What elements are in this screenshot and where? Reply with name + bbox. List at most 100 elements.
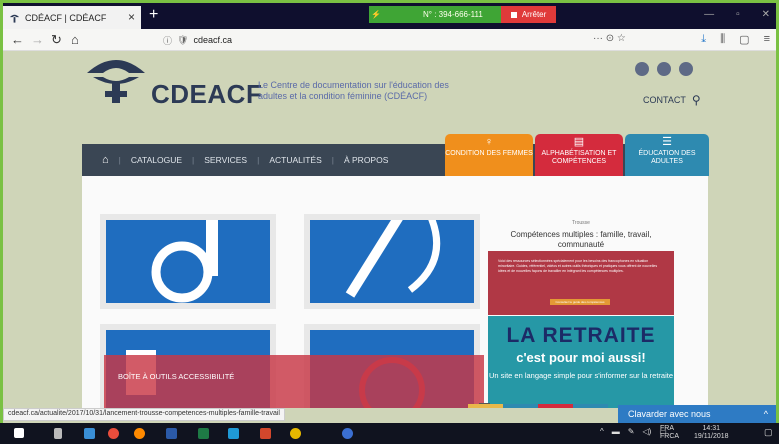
- chat-widget[interactable]: Clavarder avec nous ^: [618, 405, 776, 423]
- chrome-icon[interactable]: [108, 428, 119, 439]
- url-actions[interactable]: ··· ⊙ ☆: [593, 33, 626, 44]
- category-label: ALPHABÉTISATION ET COMPÉTENCES: [541, 150, 617, 165]
- tab-close-icon[interactable]: ×: [128, 10, 135, 24]
- windows-start-icon[interactable]: [14, 428, 24, 438]
- lock-icon[interactable]: 🛡: [177, 35, 188, 46]
- nav-catalogue[interactable]: CATALOGUE: [131, 155, 182, 165]
- contact-link[interactable]: CONTACT ⚲: [643, 93, 701, 107]
- url-bar[interactable]: ⓘ 🛡 cdeacf.ca: [163, 32, 603, 48]
- retraite-subtitle: c'est pour moi aussi!: [516, 350, 646, 365]
- site-tagline: Le Centre de documentation sur l'éducati…: [258, 80, 449, 101]
- nav-separator: |: [192, 155, 195, 165]
- hearing-icon: [345, 220, 441, 298]
- forward-icon[interactable]: →: [31, 32, 44, 47]
- chevron-up-icon[interactable]: ^: [764, 405, 768, 423]
- network-icon[interactable]: ▬: [612, 427, 620, 436]
- library-icon[interactable]: ⫼: [720, 33, 725, 46]
- nav-actualites[interactable]: ACTUALITÉS: [269, 155, 321, 165]
- category-education-adultes[interactable]: ☰ ÉDUCATION DES ADULTES: [625, 134, 709, 176]
- accessibility-overlay[interactable]: BOÎTE À OUTILS ACCESSIBILITÉ: [104, 355, 484, 408]
- toolbar-right: ⤓ ⫼ ▢ ≡: [701, 33, 770, 46]
- page-viewport: CDEACF Le Centre de documentation sur l'…: [3, 51, 776, 408]
- desktop-icon[interactable]: [84, 428, 95, 439]
- nav-apropos[interactable]: À PROPOS: [344, 155, 388, 165]
- cdeacf-favicon-icon: [9, 14, 20, 23]
- promo-small-label: Trousse: [572, 220, 590, 226]
- main-nav: ⌂ | CATALOGUE | SERVICES | ACTUALITÉS | …: [82, 134, 709, 176]
- female-icon: ♀: [484, 136, 494, 148]
- nav-separator: |: [118, 155, 121, 165]
- site-brand[interactable]: CDEACF: [151, 79, 262, 110]
- share-stop-button[interactable]: Arrêter: [500, 6, 557, 23]
- notification-icon[interactable]: ▢: [764, 427, 773, 438]
- category-condition-femmes[interactable]: ♀ CONDITION DES FEMMES: [445, 134, 533, 176]
- contact-label: CONTACT: [643, 95, 686, 105]
- maximize-icon[interactable]: ▫: [736, 9, 740, 20]
- content-area: BOÎTE À OUTILS ACCESSIBILITÉ Trousse Com…: [82, 176, 708, 408]
- firefox-icon[interactable]: [134, 428, 145, 439]
- promo-red-block[interactable]: Voici des ressources sélectionnées spéci…: [488, 251, 674, 315]
- social-links: [635, 62, 693, 76]
- word-icon[interactable]: [166, 428, 177, 439]
- promo-red-button[interactable]: Consultez le guide des compétences: [550, 299, 610, 305]
- sidebar-icon[interactable]: ▢: [739, 33, 749, 46]
- browser-tab[interactable]: CDÉACF | CDÉACF ×: [3, 6, 141, 29]
- system-tray: ^ ▬ ✎ ◁) ▭: [600, 427, 667, 436]
- volume-icon[interactable]: ◁): [642, 427, 651, 436]
- home-nav-icon[interactable]: ⌂: [102, 154, 109, 166]
- windows-taskbar: ^ ▬ ✎ ◁) ▭ FRA FRCA 14:31 19/11/2018 ▢: [0, 423, 779, 444]
- pen-icon[interactable]: ✎: [628, 427, 635, 436]
- retraite-banner[interactable]: LA RETRAITE c'est pour moi aussi! Un sit…: [488, 316, 674, 408]
- back-icon[interactable]: ←: [11, 32, 24, 47]
- window-controls: — ▫ ✕: [704, 9, 770, 20]
- url-text: cdeacf.ca: [193, 35, 232, 45]
- color-strip: [468, 404, 608, 408]
- menu-icon[interactable]: ≡: [764, 33, 770, 46]
- promo-red-text: Voici des ressources sélectionnées spéci…: [498, 259, 658, 273]
- nav-separator: |: [331, 155, 334, 165]
- menu-icon: ☰: [662, 136, 672, 148]
- clock[interactable]: 14:31 19/11/2018: [694, 425, 729, 441]
- browser-navbar: ← → ↻ ⌂ ⓘ 🛡 cdeacf.ca ··· ⊙ ☆ ⤓ ⫼ ▢ ≡: [3, 29, 776, 51]
- overlay-label: BOÎTE À OUTILS ACCESSIBILITÉ: [118, 372, 235, 381]
- minimize-icon[interactable]: —: [704, 9, 714, 20]
- retraite-text: Un site en langage simple pour s'informe…: [488, 371, 674, 380]
- nav-services[interactable]: SERVICES: [204, 155, 247, 165]
- lang-primary: FRA: [660, 425, 674, 432]
- category-alphabetisation[interactable]: ▤ ALPHABÉTISATION ET COMPÉTENCES: [535, 134, 623, 176]
- book-icon: ▤: [573, 136, 585, 148]
- search-icon[interactable]: ⚲: [692, 93, 701, 107]
- cdeacf-logo[interactable]: [85, 55, 147, 105]
- category-label: ÉDUCATION DES ADULTES: [638, 150, 696, 165]
- accessibility-tile[interactable]: [106, 220, 270, 303]
- outlook-icon[interactable]: [228, 428, 239, 439]
- task-view-icon[interactable]: [54, 428, 62, 439]
- stop-icon: [510, 11, 517, 18]
- reload-icon[interactable]: ↻: [51, 32, 62, 48]
- promo-title: Compétences multiples : famille, travail…: [510, 230, 652, 249]
- close-window-icon[interactable]: ✕: [762, 9, 770, 20]
- nav-separator: |: [257, 155, 260, 165]
- status-url: cdeacf.ca/actualite/2017/10/31/lancement…: [3, 408, 285, 421]
- browser-app-icon[interactable]: [290, 428, 301, 439]
- home-icon[interactable]: ⌂: [71, 32, 79, 47]
- category-label: CONDITION DES FEMMES: [445, 150, 533, 157]
- new-tab-button[interactable]: +: [149, 6, 158, 24]
- clock-time: 14:31: [702, 425, 721, 432]
- download-icon[interactable]: ⤓: [701, 33, 706, 46]
- chevron-up-tray-icon[interactable]: ^: [600, 427, 604, 436]
- powerpoint-icon[interactable]: [260, 428, 271, 439]
- hearing-tile[interactable]: [310, 220, 474, 303]
- language-indicator[interactable]: FRA FRCA: [660, 425, 679, 441]
- screen-share-bar: ⚡ N° : 394-666-111 Arrêter: [369, 6, 557, 23]
- wheelchair-icon: [151, 220, 218, 303]
- youtube-icon[interactable]: [679, 62, 693, 76]
- excel-icon[interactable]: [198, 428, 209, 439]
- app-icon[interactable]: [342, 428, 353, 439]
- info-icon[interactable]: ⓘ: [163, 34, 172, 47]
- browser-titlebar: CDÉACF | CDÉACF × + ⚡ N° : 394-666-111 A…: [3, 3, 776, 29]
- facebook-icon[interactable]: [635, 62, 649, 76]
- chat-label: Clavarder avec nous: [628, 409, 711, 419]
- twitter-icon[interactable]: [657, 62, 671, 76]
- share-icon: ⚡: [369, 6, 383, 23]
